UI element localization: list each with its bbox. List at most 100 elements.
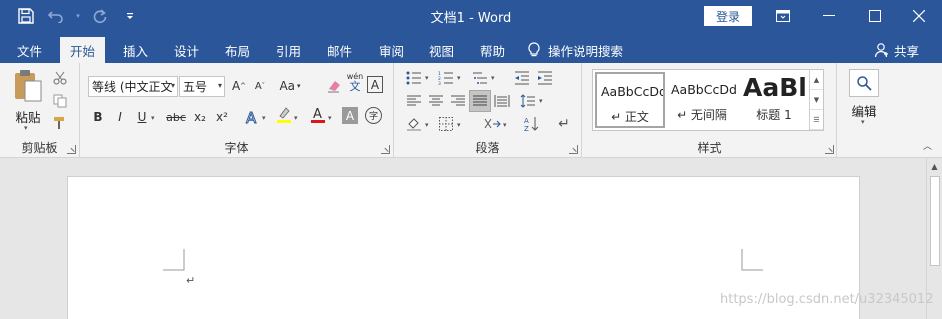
group-label-paragraph: 段落 [475, 141, 500, 155]
gallery-down-icon[interactable]: ▼ [810, 90, 823, 110]
lightbulb-icon [528, 42, 540, 57]
tab-help[interactable]: 帮助 [470, 37, 515, 63]
highlight-dropdown-icon[interactable]: ▾ [294, 114, 298, 122]
ribbon-display-options-icon[interactable] [760, 0, 806, 32]
sort-icon[interactable]: AZ [522, 114, 542, 134]
strikethrough-button[interactable]: abc [164, 107, 188, 127]
enclose-characters-label: 字 [368, 112, 378, 122]
borders-dropdown-icon[interactable]: ▾ [457, 121, 461, 129]
shading-dropdown-icon[interactable]: ▾ [425, 121, 429, 129]
bullets-dropdown-icon[interactable]: ▾ [425, 74, 429, 82]
font-color-dropdown-icon[interactable]: ▾ [328, 114, 332, 122]
highlight-color-icon[interactable] [274, 105, 294, 125]
font-launcher-icon[interactable] [381, 145, 390, 154]
tab-file[interactable]: 文件 [7, 37, 52, 63]
style-normal[interactable]: AaBbCcDd ↵ 正文 [595, 72, 665, 128]
tab-home[interactable]: 开始 [60, 37, 106, 63]
tab-mailings[interactable]: 邮件 [317, 37, 362, 63]
underline-button[interactable]: U [132, 107, 152, 127]
increase-indent-icon[interactable] [535, 68, 555, 88]
character-shading-icon[interactable]: A [342, 107, 358, 124]
font-size-combo[interactable]: 五号 ▾ [179, 76, 225, 97]
tab-design[interactable]: 设计 [164, 37, 209, 63]
change-case-button[interactable]: Aa ▾ [277, 76, 303, 96]
shrink-font-icon[interactable]: Aˇ [250, 76, 270, 96]
redo-icon[interactable] [88, 6, 112, 26]
show-paragraph-marks-icon[interactable]: ↵ [554, 114, 574, 134]
collapse-ribbon-icon[interactable]: ︿ [923, 139, 932, 152]
font-color-icon[interactable]: A [308, 105, 328, 125]
phonetic-guide-icon[interactable]: wén 文 [345, 72, 365, 92]
format-painter-icon[interactable] [50, 113, 70, 133]
share-label: 共享 [894, 43, 920, 59]
margin-corner-top-right [741, 249, 763, 271]
paste-button[interactable]: 粘贴 ▾ [10, 69, 46, 135]
svg-text:3: 3 [438, 81, 441, 85]
align-right-icon[interactable] [448, 91, 468, 111]
text-effects-icon[interactable]: A [242, 107, 262, 127]
style-normal-sample: AaBbCcDd [601, 84, 665, 99]
copy-icon[interactable] [50, 91, 70, 111]
scroll-thumb[interactable] [930, 176, 940, 266]
editing-button[interactable]: 编辑 ▾ [844, 67, 884, 137]
underline-dropdown-icon[interactable]: ▾ [151, 114, 155, 122]
tab-insert[interactable]: 插入 [113, 37, 158, 63]
align-center-icon[interactable] [426, 91, 446, 111]
style-no-spacing[interactable]: AaBbCcDd ↵ 无间隔 [667, 72, 737, 128]
gallery-more-icon[interactable]: ☰ [810, 110, 823, 130]
decrease-indent-icon[interactable] [512, 68, 532, 88]
chinese-layout-dropdown-icon[interactable]: ▾ [503, 121, 507, 129]
group-editing: 编辑 ▾ [838, 63, 888, 158]
style-heading-1[interactable]: AaBl 标题 1 [739, 72, 809, 128]
bullets-icon[interactable] [404, 68, 424, 88]
clear-formatting-icon[interactable] [324, 76, 344, 96]
line-spacing-dropdown-icon[interactable]: ▾ [539, 97, 543, 105]
cut-icon[interactable] [50, 68, 70, 88]
scroll-up-icon[interactable]: ▲ [927, 158, 942, 174]
grow-font-icon[interactable]: A ^ [229, 76, 249, 96]
undo-dropdown-icon[interactable]: ▾ [74, 6, 82, 26]
find-magnifier-icon [849, 69, 879, 97]
margin-corner-top-left [163, 249, 185, 271]
font-size-dropdown-icon: ▾ [217, 81, 222, 90]
multilevel-dropdown-icon[interactable]: ▾ [491, 74, 495, 82]
superscript-button[interactable]: x² [212, 107, 232, 127]
gallery-up-icon[interactable]: ▲ [810, 70, 823, 90]
numbering-dropdown-icon[interactable]: ▾ [457, 74, 461, 82]
text-effects-dropdown-icon[interactable]: ▾ [262, 114, 266, 122]
numbering-icon[interactable]: 123 [436, 68, 456, 88]
line-spacing-icon[interactable] [518, 91, 538, 111]
justify-icon[interactable] [469, 90, 491, 112]
character-border-icon[interactable]: A [367, 76, 383, 93]
distributed-icon[interactable] [492, 91, 512, 111]
undo-icon[interactable] [44, 6, 68, 26]
paragraph-launcher-icon[interactable] [569, 145, 578, 154]
share-button[interactable]: 共享 [874, 37, 919, 63]
tab-view[interactable]: 视图 [419, 37, 464, 63]
chinese-layout-icon[interactable] [482, 114, 502, 134]
multilevel-list-icon[interactable] [470, 68, 490, 88]
align-left-icon[interactable] [404, 91, 424, 111]
login-button[interactable]: 登录 [704, 6, 752, 26]
bold-button[interactable]: B [88, 107, 108, 127]
tab-layout[interactable]: 布局 [215, 37, 260, 63]
font-name-value: 等线 (中文正文 [92, 80, 173, 94]
style-heading-1-name: 标题 1 [756, 108, 792, 122]
clipboard-launcher-icon[interactable] [67, 145, 76, 154]
borders-icon[interactable] [436, 114, 456, 134]
shading-icon[interactable] [404, 114, 424, 134]
styles-gallery: AaBbCcDd ↵ 正文 AaBbCcDd ↵ 无间隔 AaBl 标题 1 ▲… [592, 69, 824, 131]
subscript-button[interactable]: x₂ [190, 107, 210, 127]
tab-references[interactable]: 引用 [266, 37, 311, 63]
maximize-icon[interactable] [852, 0, 898, 32]
close-icon[interactable] [896, 0, 942, 32]
italic-button[interactable]: I [110, 107, 130, 127]
tell-me-search[interactable]: 操作说明搜索 [528, 37, 623, 63]
font-name-combo[interactable]: 等线 (中文正文 ▾ [88, 76, 178, 97]
tab-review[interactable]: 审阅 [369, 37, 414, 63]
save-icon[interactable] [14, 6, 38, 26]
character-border-label: A [370, 77, 380, 92]
customize-qat-icon[interactable] [118, 6, 142, 26]
minimize-icon[interactable] [806, 0, 852, 32]
enclose-characters-icon[interactable]: 字 [365, 107, 382, 124]
